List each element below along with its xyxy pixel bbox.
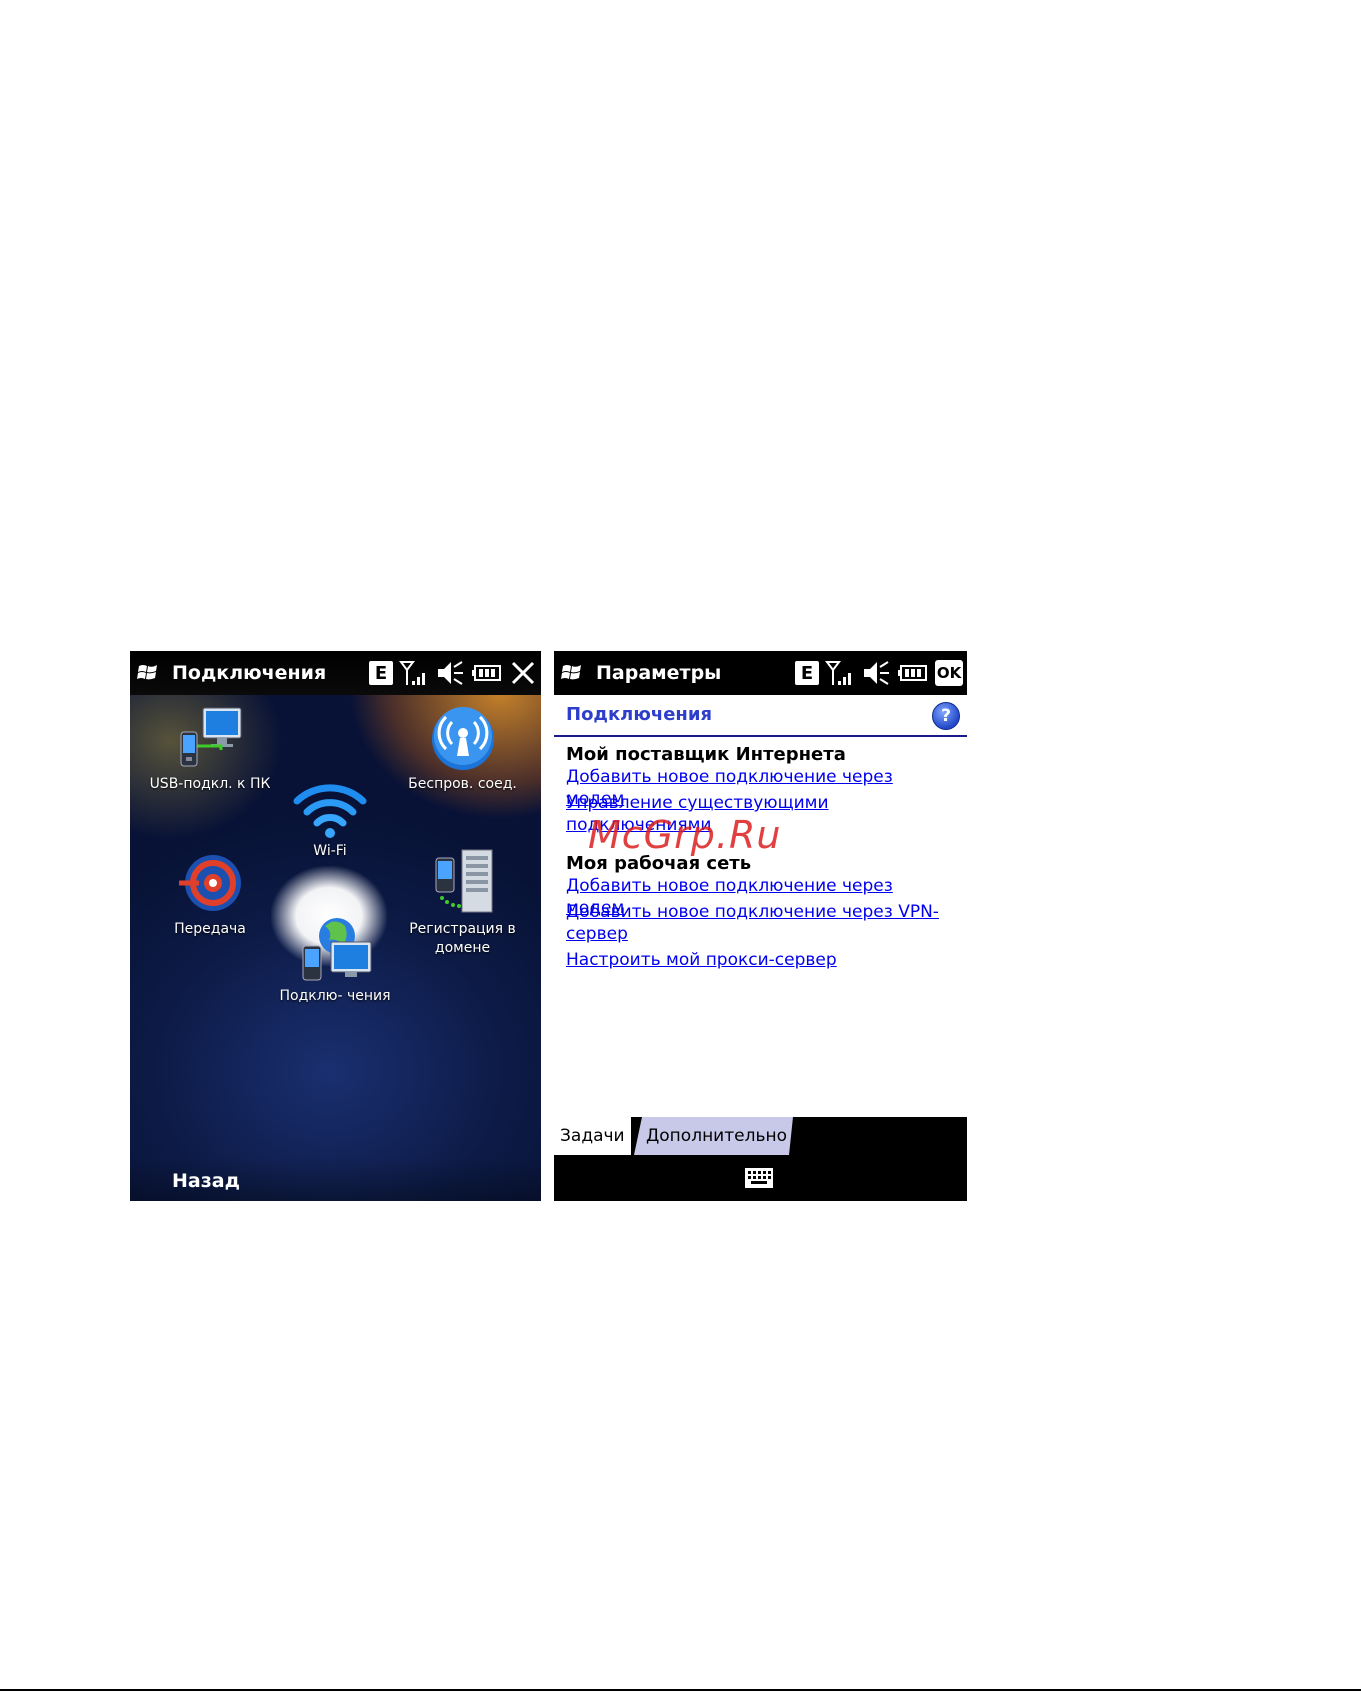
signal-strength-icon[interactable] bbox=[399, 659, 429, 687]
tile-label: Передача bbox=[174, 921, 246, 937]
tile-label: Wi-Fi bbox=[313, 843, 347, 859]
page-header: Подключения ? bbox=[554, 695, 967, 737]
tile-label: Беспров. соед. bbox=[408, 776, 517, 792]
close-icon[interactable] bbox=[509, 659, 537, 687]
domain-server-icon bbox=[435, 849, 492, 913]
tile-label: USB-подкл. к ПК bbox=[149, 776, 271, 792]
tile-label: Регистрация в домене bbox=[409, 921, 516, 956]
window-title: Параметры bbox=[596, 662, 722, 684]
battery-icon[interactable] bbox=[897, 659, 929, 687]
connections-icon bbox=[302, 918, 372, 981]
settings-content: Мой поставщик Интернета Добавить новое п… bbox=[554, 737, 967, 1117]
status-bar: Параметры E OK bbox=[554, 651, 967, 695]
ok-button[interactable]: OK bbox=[935, 660, 963, 686]
link-proxy-server[interactable]: Настроить мой прокси-сервер bbox=[566, 949, 956, 971]
tab-advanced[interactable]: Дополнительно bbox=[634, 1117, 793, 1155]
wifi-icon bbox=[293, 784, 367, 838]
tile-beam[interactable]: Передача bbox=[140, 851, 280, 937]
tile-connections[interactable]: Подклю- чения bbox=[260, 916, 410, 1004]
input-bar bbox=[554, 1157, 967, 1201]
tile-wifi[interactable]: Wi-Fi bbox=[270, 781, 390, 859]
tile-domain-registration[interactable]: Регистрация в домене bbox=[390, 848, 535, 958]
keyboard-icon[interactable] bbox=[744, 1167, 774, 1189]
tab-bar: Задачи Дополнительно bbox=[554, 1117, 967, 1157]
tile-label: Подклю- чения bbox=[279, 988, 391, 1004]
wireless-icon bbox=[431, 707, 494, 770]
tab-tasks[interactable]: Задачи bbox=[554, 1117, 631, 1155]
speaker-muted-icon[interactable] bbox=[861, 659, 891, 687]
tile-usb-pc[interactable]: USB-подкл. к ПК bbox=[140, 706, 280, 792]
speaker-muted-icon[interactable] bbox=[435, 659, 465, 687]
settings-screen: Параметры E OK Подключения ? Мой поставщ… bbox=[554, 651, 967, 1201]
signal-strength-icon[interactable] bbox=[825, 659, 855, 687]
edge-network-icon[interactable]: E bbox=[795, 661, 819, 685]
beam-icon bbox=[179, 855, 241, 911]
usb-pc-icon bbox=[180, 707, 242, 767]
connections-screen: Подключения E USB-подкл. к ПК Беспров. с… bbox=[130, 651, 541, 1201]
link-work-add-vpn[interactable]: Добавить новое подключение через VPN-сер… bbox=[566, 901, 956, 945]
watermark: McGrp.Ru bbox=[588, 813, 782, 857]
section-title-isp: Мой поставщик Интернета bbox=[566, 744, 846, 765]
windows-start-icon[interactable] bbox=[560, 660, 586, 686]
page-title: Подключения bbox=[566, 704, 713, 725]
back-softkey[interactable]: Назад bbox=[172, 1170, 240, 1192]
edge-network-icon[interactable]: E bbox=[369, 661, 393, 685]
help-button[interactable]: ? bbox=[932, 702, 960, 730]
window-title: Подключения bbox=[172, 662, 327, 684]
windows-start-icon[interactable] bbox=[136, 660, 162, 686]
softkey-bar: Назад bbox=[130, 1157, 541, 1201]
status-bar: Подключения E bbox=[130, 651, 541, 695]
page-footer-rule bbox=[0, 1689, 1361, 1691]
tile-wireless[interactable]: Беспров. соед. bbox=[390, 706, 535, 792]
battery-icon[interactable] bbox=[471, 659, 503, 687]
